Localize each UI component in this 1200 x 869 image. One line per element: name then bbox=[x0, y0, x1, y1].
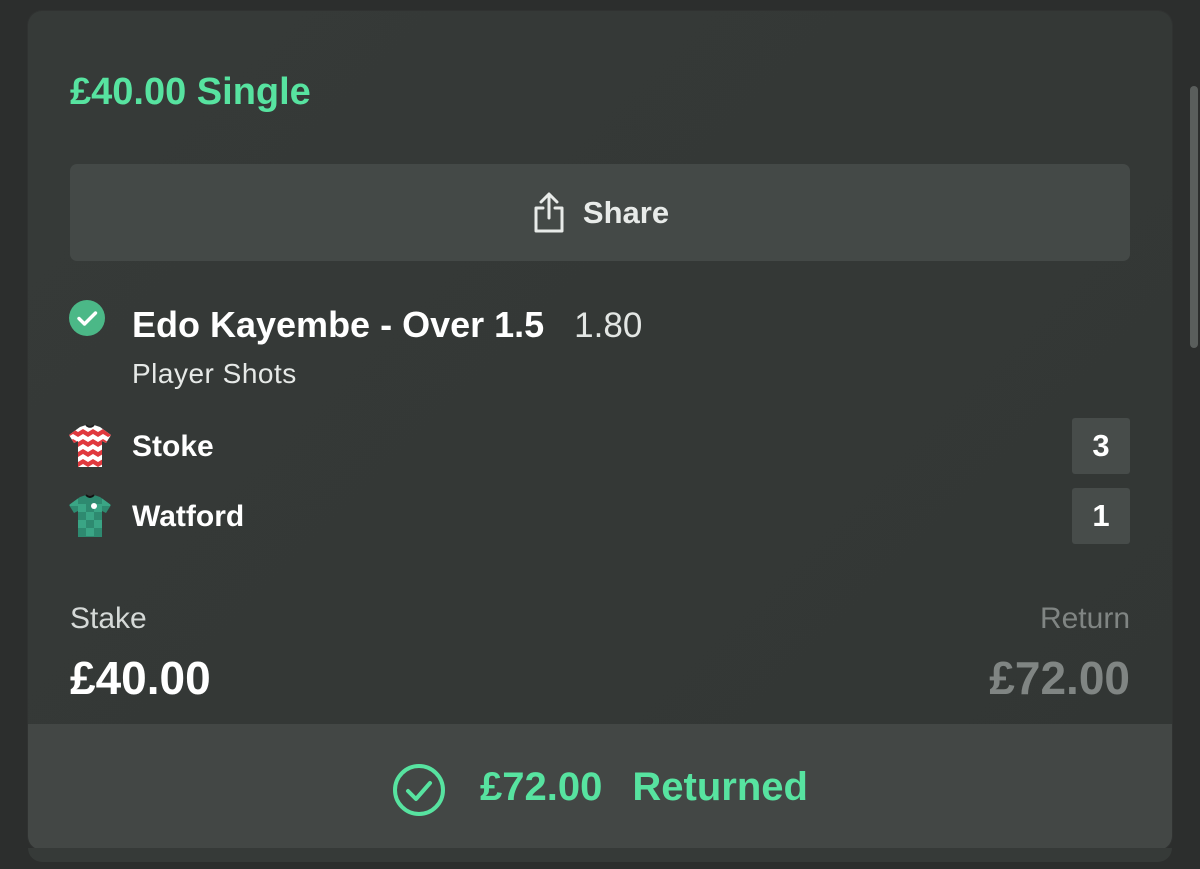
scrollbar[interactable] bbox=[1190, 86, 1198, 348]
returned-banner: £72.00 Returned bbox=[28, 724, 1172, 850]
bet-card: £40.00 Single Share Edo Kayembe - Over 1… bbox=[28, 11, 1172, 850]
return-value: £72.00 bbox=[989, 652, 1130, 704]
team-score: 1 bbox=[1072, 488, 1130, 544]
stake-label: Stake bbox=[70, 602, 147, 635]
selection-name: Edo Kayembe - Over 1.5 bbox=[132, 304, 545, 345]
card-bottom-edge bbox=[28, 848, 1172, 862]
watford-shirt-icon bbox=[69, 494, 111, 537]
stoke-shirt-icon bbox=[69, 424, 111, 467]
check-circle-icon bbox=[69, 300, 105, 336]
share-icon bbox=[531, 192, 567, 234]
return-label: Return bbox=[1039, 602, 1130, 635]
team-score: 3 bbox=[1072, 418, 1130, 474]
returned-status: Returned bbox=[632, 764, 808, 809]
team-row-home: Stoke 3 bbox=[68, 418, 1130, 474]
share-button[interactable]: Share bbox=[70, 164, 1130, 261]
share-label: Share bbox=[582, 194, 670, 230]
market-name: Player Shots bbox=[132, 358, 297, 389]
selection-odds: 1.80 bbox=[574, 306, 643, 345]
team-name: Watford bbox=[132, 500, 245, 533]
team-name: Stoke bbox=[132, 430, 214, 463]
team-row-away: Watford 1 bbox=[68, 488, 1130, 544]
check-circle-outline-icon bbox=[393, 764, 446, 816]
selection-row: Edo Kayembe - Over 1.5 1.80 bbox=[132, 304, 642, 346]
stake-value: £40.00 bbox=[70, 652, 211, 704]
bet-title: £40.00 Single bbox=[70, 71, 311, 113]
returned-amount: £72.00 bbox=[480, 764, 603, 809]
